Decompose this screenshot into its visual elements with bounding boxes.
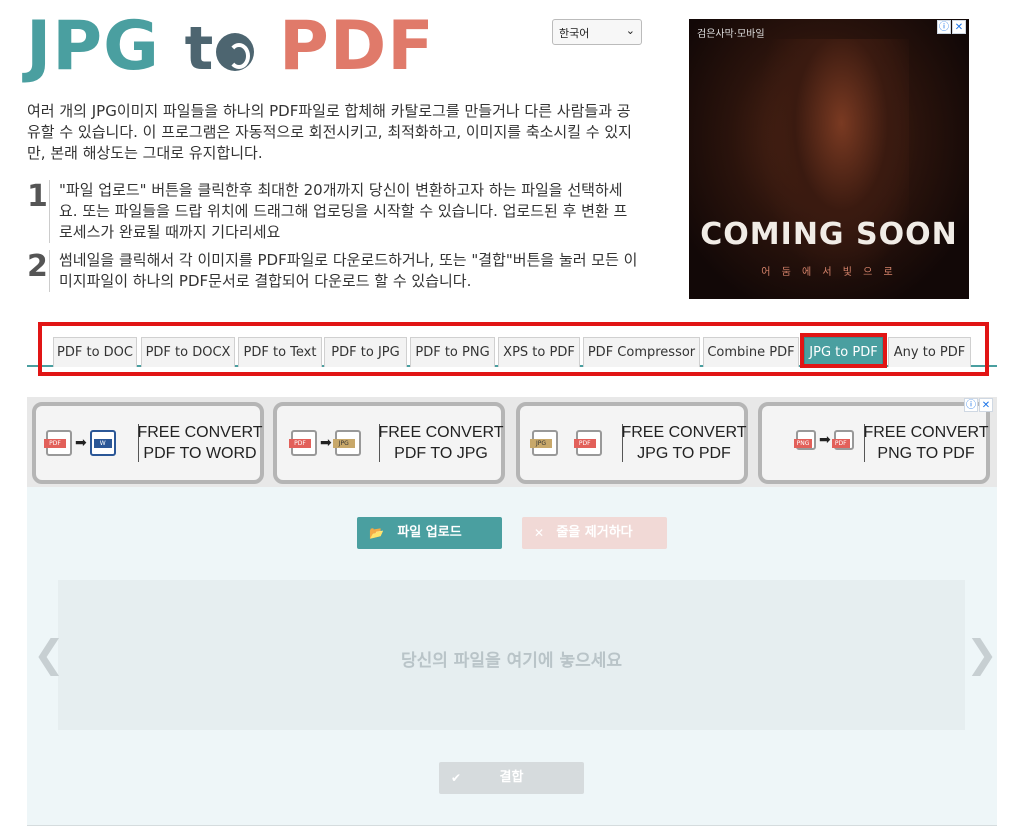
combine-button-label: 결합 — [499, 770, 524, 785]
ad-brand-text: 검은사막·모바일 — [697, 29, 765, 40]
language-selected: 한국어 — [559, 27, 590, 40]
ad-controls: ⓘ ✕ — [937, 20, 966, 34]
word-file-icon: W — [89, 430, 116, 456]
language-select[interactable]: 한국어 ⌄ — [552, 19, 642, 45]
arrow-right-icon: ➡ — [320, 435, 332, 451]
jpg-file-icon: JPG — [332, 430, 361, 456]
intro-text: 여러 개의 JPG이미지 파일들을 하나의 PDF파일로 합체해 카탈로그를 만… — [27, 102, 632, 162]
ad-card-pdf-to-word[interactable]: PDF ➡ W FREE CONVERT PDF TO WORD — [32, 402, 264, 484]
upload-button-label: 파일 업로드 — [397, 525, 462, 540]
logo-to: t — [185, 14, 255, 84]
file-drop-zone[interactable]: 당신의 파일을 여기에 놓으세요 — [58, 580, 965, 730]
step-2: 2 썸네일을 클릭해서 각 이미지를 PDF파일로 다운로드하거나, 또는 "결… — [27, 250, 637, 296]
step-text: 썸네일을 클릭해서 각 이미지를 PDF파일로 다운로드하거나, 또는 "결합"… — [49, 250, 639, 292]
close-icon[interactable]: ✕ — [979, 398, 993, 412]
divider — [27, 825, 997, 826]
ad-info-icon[interactable]: ⓘ — [937, 20, 951, 34]
close-icon[interactable]: ✕ — [952, 20, 966, 34]
ad-subline: 어 둠 에 서 빛 으 로 — [761, 267, 897, 278]
clear-queue-button[interactable]: ✕ 줄을 제거하다 — [522, 517, 667, 549]
ad-card-text: FREE CONVERT PDF TO JPG — [378, 424, 504, 462]
ad-card-jpg-to-pdf[interactable]: JPG ➡ PDF FREE CONVERTJPG TO PDF — [516, 402, 748, 484]
ad-info-icon[interactable]: ⓘ — [964, 398, 978, 412]
logo[interactable]: JPG t PDF — [26, 12, 435, 85]
ad-card-png-to-pdf[interactable]: PNG ➡ PDF FREE CONVERT PNG TO PDF — [758, 402, 990, 484]
pdf-file-icon: PDF — [289, 430, 317, 456]
jpg-file-icon: JPG — [530, 430, 558, 456]
step-text: "파일 업로드" 버튼을 클릭한후 최대한 20개까지 당신이 변환하고자 하는… — [49, 180, 639, 243]
ad-strip-controls: ⓘ ✕ — [964, 398, 993, 412]
logo-pdf: PDF — [279, 7, 435, 86]
arrow-right-icon: ➡ — [819, 432, 831, 448]
ad-banner-movie[interactable]: 검은사막·모바일 COMING SOON 어 둠 에 서 빛 으 로 — [689, 19, 969, 299]
step-1: 1 "파일 업로드" 버튼을 클릭한후 최대한 20개까지 당신이 변환하고자 … — [27, 179, 639, 243]
refresh-icon — [216, 33, 255, 71]
logo-jpg: JPG — [26, 7, 160, 86]
active-tab-highlight-box — [800, 333, 887, 368]
ad-headline: COMING SOON — [700, 217, 958, 252]
step-number: 2 — [27, 249, 48, 284]
ad-card-text: FREE CONVERT JPG TO PDF — [621, 424, 747, 462]
combine-button[interactable]: ✔ 결합 — [439, 762, 584, 794]
drop-zone-text: 당신의 파일을 여기에 놓으세요 — [400, 651, 623, 671]
pdf-file-icon: PDF — [573, 430, 602, 456]
arrow-right-icon: ➡ — [75, 435, 87, 451]
ad-card-text: FREE CONVERT PNG TO PDF — [863, 424, 989, 462]
ad-strip: PDF ➡ W FREE CONVERT PDF TO WORD PDF ➡ JP… — [27, 397, 997, 487]
clear-button-label: 줄을 제거하다 — [556, 525, 633, 540]
ad-card-text: FREE CONVERT PDF TO WORD — [137, 424, 263, 462]
pdf-file-icon: PDF — [44, 430, 72, 456]
previous-arrow-icon[interactable]: ❮ — [33, 632, 65, 676]
chevron-down-icon: ⌄ — [625, 24, 635, 37]
ad-card-pdf-to-jpg[interactable]: PDF ➡ JPG FREE CONVERT PDF TO JPG — [273, 402, 505, 484]
step-number: 1 — [27, 179, 48, 214]
png-file-icon: PNG — [794, 430, 816, 450]
upload-files-button[interactable]: 📂 파일 업로드 — [357, 517, 502, 549]
pdf-file-icon: PDF — [831, 430, 854, 450]
next-arrow-icon[interactable]: ❯ — [966, 632, 998, 676]
